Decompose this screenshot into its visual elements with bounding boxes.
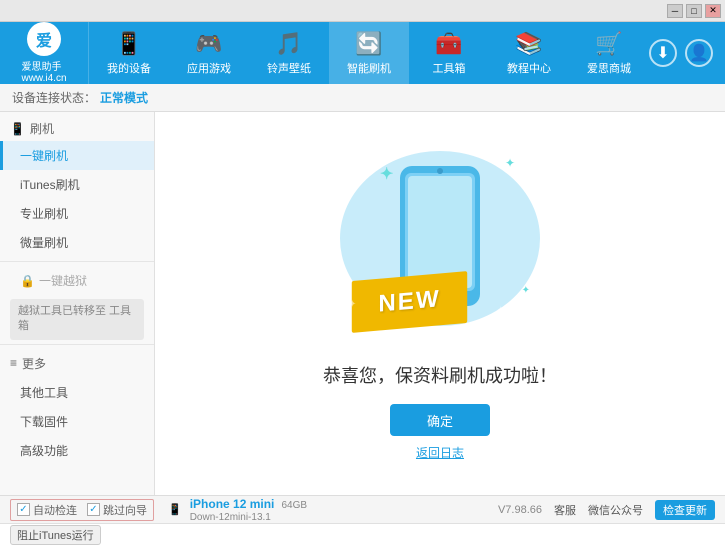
nav-icon-tutorials: 📚 bbox=[515, 31, 542, 57]
sidebar-item-advanced[interactable]: 高级功能 bbox=[0, 436, 154, 465]
wechat-link[interactable]: 微信公众号 bbox=[588, 502, 643, 518]
header-right: ⬇ 👤 bbox=[649, 39, 725, 67]
title-bar: ─ □ ✕ bbox=[0, 0, 725, 22]
nav-apps-games[interactable]: 🎮 应用游戏 bbox=[169, 22, 249, 84]
skip-wizard-check[interactable] bbox=[87, 503, 100, 516]
customer-service-link[interactable]: 客服 bbox=[554, 502, 576, 518]
device-phone-icon: 📱 bbox=[168, 503, 182, 516]
itunes-stop-button[interactable]: 阻止iTunes运行 bbox=[10, 525, 101, 545]
sidebar-item-other-tools[interactable]: 其他工具 bbox=[0, 378, 154, 407]
minimize-btn[interactable]: ─ bbox=[667, 4, 683, 18]
update-button[interactable]: 检查更新 bbox=[655, 500, 715, 520]
nav-icon-apps: 🎮 bbox=[195, 31, 222, 57]
header: 爱 爱思助手 www.i4.cn 📱 我的设备 🎮 应用游戏 🎵 铃声壁纸 🔄 … bbox=[0, 22, 725, 84]
sidebar-section-jailbreak: 🔒 一键越狱 bbox=[0, 266, 154, 295]
sidebar-divider-1 bbox=[0, 261, 154, 262]
logo-symbol: 爱 bbox=[36, 27, 52, 51]
new-badge-text: NEW bbox=[378, 285, 440, 318]
close-btn[interactable]: ✕ bbox=[705, 4, 721, 18]
nav-icon-flash: 🔄 bbox=[355, 31, 382, 57]
window-controls[interactable]: ─ □ ✕ bbox=[667, 4, 721, 18]
more-section-icon: ≡ bbox=[10, 356, 17, 370]
lock-icon: 🔒 bbox=[20, 274, 35, 288]
itunes-bar: 阻止iTunes运行 bbox=[0, 523, 725, 545]
content-area: ✦ ✦ ✦ NEW ✦ ✦ 恭喜您，保资料刷机成功啦！ bbox=[155, 112, 725, 495]
nav-smart-flash[interactable]: 🔄 智能刷机 bbox=[329, 22, 409, 84]
account-btn[interactable]: 👤 bbox=[685, 39, 713, 67]
nav-icon-toolbox: 🧰 bbox=[435, 31, 462, 57]
restore-btn[interactable]: □ bbox=[686, 4, 702, 18]
sidebar-gray-box-jailbreak: 越狱工具已转移至 工具箱 bbox=[10, 299, 144, 340]
sidebar: 📱 刷机 一键刷机 iTunes刷机 专业刷机 微量刷机 🔒 一键越狱 越狱工具… bbox=[0, 112, 155, 495]
bottom-left: 自动检连 跳过向导 📱 iPhone 12 mini 64GB Down-12m… bbox=[10, 497, 498, 523]
nav-icon-ringtones: 🎵 bbox=[275, 31, 302, 57]
main-layout: 📱 刷机 一键刷机 iTunes刷机 专业刷机 微量刷机 🔒 一键越狱 越狱工具… bbox=[0, 112, 725, 495]
logo-area: 爱 爱思助手 www.i4.cn bbox=[0, 22, 89, 84]
sidebar-divider-2 bbox=[0, 344, 154, 345]
sidebar-item-itunes-flash[interactable]: iTunes刷机 bbox=[0, 170, 154, 199]
skip-wizard-checkbox[interactable]: 跳过向导 bbox=[87, 502, 147, 518]
sidebar-item-pro-flash[interactable]: 专业刷机 bbox=[0, 199, 154, 228]
section-flash-icon: 📱 bbox=[10, 122, 25, 136]
device-info: 📱 iPhone 12 mini 64GB Down-12mini-13.1 bbox=[168, 497, 307, 523]
confirm-button[interactable]: 确定 bbox=[390, 404, 490, 436]
nav-icon-store: 🛒 bbox=[595, 31, 622, 57]
sidebar-section-flash: 📱 刷机 bbox=[0, 112, 154, 141]
device-details: iPhone 12 mini 64GB Down-12mini-13.1 bbox=[190, 497, 307, 523]
sparkle-2: ✦ bbox=[505, 156, 515, 170]
status-bar: 设备连接状态： 正常模式 bbox=[0, 84, 725, 112]
sparkle-3: ✦ bbox=[522, 285, 530, 296]
sidebar-item-one-click-flash[interactable]: 一键刷机 bbox=[0, 141, 154, 170]
version-text: V7.98.66 bbox=[498, 504, 542, 516]
bottom-bar: 自动检连 跳过向导 📱 iPhone 12 mini 64GB Down-12m… bbox=[0, 495, 725, 523]
device-version: Down-12mini-13.1 bbox=[190, 512, 271, 523]
new-banner: NEW bbox=[352, 271, 467, 333]
bottom-right: V7.98.66 客服 微信公众号 检查更新 bbox=[498, 500, 715, 520]
success-title: 恭喜您，保资料刷机成功啦！ bbox=[323, 362, 557, 388]
sidebar-section-more: ≡ 更多 bbox=[0, 349, 154, 378]
nav-toolbox[interactable]: 🧰 工具箱 bbox=[409, 22, 489, 84]
sparkle-1: ✦ bbox=[380, 164, 393, 184]
auto-connect-checkbox[interactable]: 自动检连 bbox=[17, 502, 77, 518]
star-left: ✦ bbox=[348, 299, 356, 310]
nav-my-device[interactable]: 📱 我的设备 bbox=[89, 22, 169, 84]
nav-store[interactable]: 🛒 爱思商城 bbox=[569, 22, 649, 84]
phone-illustration: ✦ ✦ ✦ NEW ✦ ✦ bbox=[330, 146, 550, 346]
download-btn[interactable]: ⬇ bbox=[649, 39, 677, 67]
nav-icon-device: 📱 bbox=[115, 31, 142, 57]
logo-icon: 爱 bbox=[27, 22, 61, 56]
return-link[interactable]: 返回日志 bbox=[416, 444, 464, 461]
device-storage: 64GB bbox=[281, 500, 307, 511]
nav-tutorials[interactable]: 📚 教程中心 bbox=[489, 22, 569, 84]
nav-bar: 📱 我的设备 🎮 应用游戏 🎵 铃声壁纸 🔄 智能刷机 🧰 工具箱 📚 教程中心… bbox=[89, 22, 649, 84]
sidebar-item-mini-flash[interactable]: 微量刷机 bbox=[0, 228, 154, 257]
checkbox-group: 自动检连 跳过向导 bbox=[10, 499, 154, 521]
logo-text: 爱思助手 www.i4.cn bbox=[21, 58, 66, 84]
auto-connect-check[interactable] bbox=[17, 503, 30, 516]
nav-ringtones[interactable]: 🎵 铃声壁纸 bbox=[249, 22, 329, 84]
star-right: ✦ bbox=[497, 305, 505, 316]
sidebar-item-download-firmware[interactable]: 下载固件 bbox=[0, 407, 154, 436]
